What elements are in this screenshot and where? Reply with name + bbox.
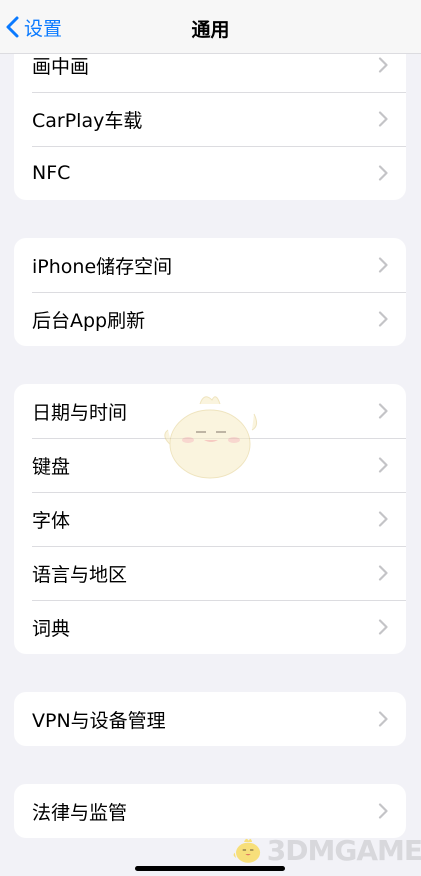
chevron-right-icon bbox=[378, 565, 388, 581]
row-carplay[interactable]: CarPlay车载 bbox=[14, 92, 406, 146]
row-label: 语言与地区 bbox=[32, 563, 128, 586]
row-vpn-device-management[interactable]: VPN与设备管理 bbox=[14, 692, 406, 746]
chevron-right-icon bbox=[378, 511, 388, 527]
row-label: CarPlay车载 bbox=[32, 109, 143, 132]
settings-group-2: iPhone储存空间 后台App刷新 bbox=[14, 238, 406, 346]
row-label: 法律与监管 bbox=[32, 801, 128, 824]
row-label: 后台App刷新 bbox=[32, 309, 146, 332]
chevron-right-icon bbox=[378, 111, 388, 127]
row-dictionary[interactable]: 词典 bbox=[14, 600, 406, 654]
row-label: 字体 bbox=[32, 509, 71, 532]
row-background-app-refresh[interactable]: 后台App刷新 bbox=[14, 292, 406, 346]
settings-group-4: VPN与设备管理 bbox=[14, 692, 406, 746]
page-title: 通用 bbox=[191, 19, 230, 41]
chevron-right-icon bbox=[378, 403, 388, 419]
chevron-right-icon bbox=[378, 311, 388, 327]
chevron-right-icon bbox=[378, 457, 388, 473]
row-label: iPhone储存空间 bbox=[32, 255, 173, 278]
row-iphone-storage[interactable]: iPhone储存空间 bbox=[14, 238, 406, 292]
row-label: VPN与设备管理 bbox=[32, 709, 166, 732]
row-label: NFC bbox=[32, 162, 71, 184]
chevron-right-icon bbox=[378, 257, 388, 273]
chevron-right-icon bbox=[378, 165, 388, 181]
mascot-watermark-icon bbox=[164, 396, 258, 479]
row-language-region[interactable]: 语言与地区 bbox=[14, 546, 406, 600]
chevron-right-icon bbox=[378, 619, 388, 635]
settings-group-1: 画中画 CarPlay车载 NFC bbox=[14, 38, 406, 200]
row-fonts[interactable]: 字体 bbox=[14, 492, 406, 546]
chevron-right-icon bbox=[378, 803, 388, 819]
chevron-right-icon bbox=[378, 711, 388, 727]
row-label: 画中画 bbox=[32, 55, 90, 78]
chevron-right-icon bbox=[378, 57, 388, 73]
navigation-bar: 设置 通用 bbox=[0, 0, 421, 54]
row-nfc[interactable]: NFC bbox=[14, 146, 406, 200]
row-label: 词典 bbox=[32, 617, 71, 640]
home-indicator[interactable] bbox=[135, 866, 285, 871]
watermark-text: 3DMGAME bbox=[266, 833, 421, 867]
